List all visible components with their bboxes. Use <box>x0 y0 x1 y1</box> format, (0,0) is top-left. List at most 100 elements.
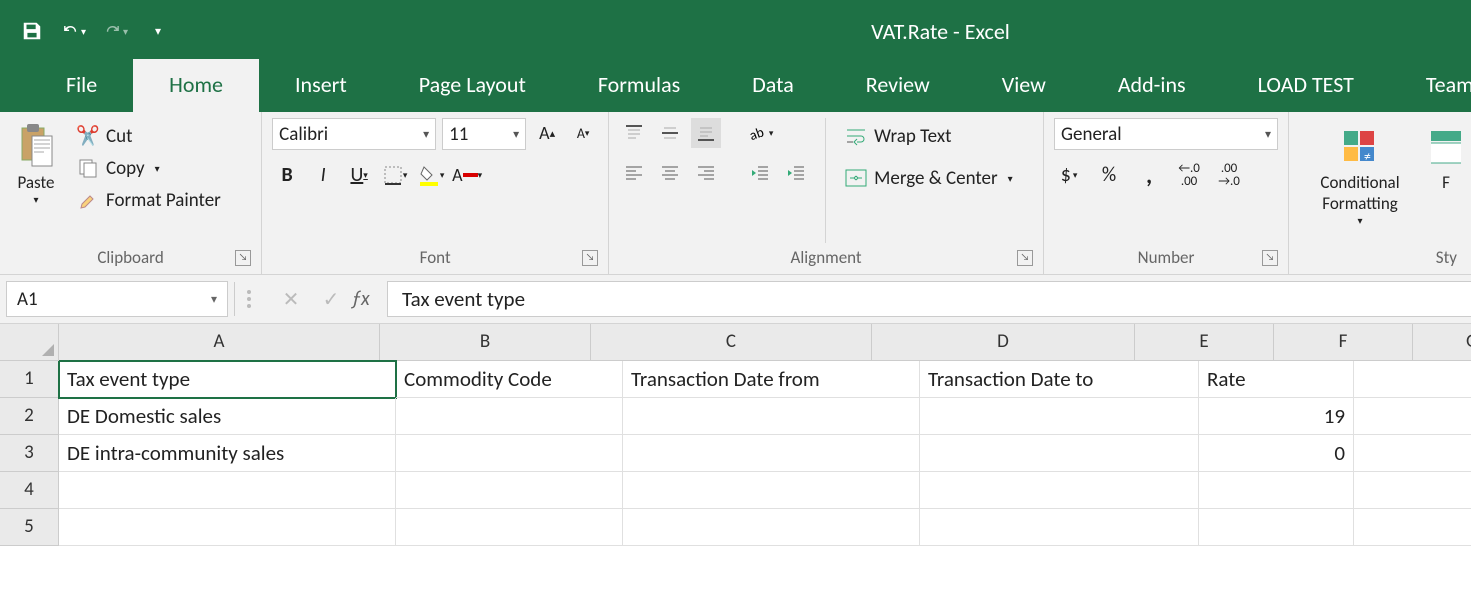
align-bottom-icon[interactable] <box>691 118 721 148</box>
font-size-select[interactable]: 11▾ <box>442 118 526 150</box>
cell[interactable]: Transaction Date to <box>920 361 1199 398</box>
fx-icon[interactable]: ƒx <box>351 287 387 311</box>
cell[interactable]: 19 <box>1199 398 1354 435</box>
font-color-button[interactable]: A▾ <box>452 160 482 190</box>
comma-button[interactable]: , <box>1134 160 1164 190</box>
orientation-icon[interactable]: ab▾ <box>745 118 775 148</box>
row-header[interactable]: 2 <box>0 398 59 435</box>
decrease-indent-icon[interactable] <box>745 158 775 188</box>
italic-button[interactable]: I <box>308 160 338 190</box>
cell[interactable] <box>1354 509 1471 546</box>
tab-insert[interactable]: Insert <box>259 59 383 112</box>
decrease-decimal-icon[interactable]: .00→.0 <box>1214 160 1244 190</box>
cell[interactable] <box>1354 361 1471 398</box>
tab-addins[interactable]: Add-ins <box>1082 59 1222 112</box>
cell[interactable]: Commodity Code <box>396 361 623 398</box>
underline-button[interactable]: U▾ <box>344 160 374 190</box>
tab-loadtest[interactable]: LOAD TEST <box>1222 59 1390 112</box>
tab-home[interactable]: Home <box>133 59 259 112</box>
cell[interactable] <box>396 398 623 435</box>
col-header[interactable]: A <box>59 324 380 361</box>
wrap-text-button[interactable]: Wrap Text <box>840 122 1017 150</box>
copy-button[interactable]: Copy▾ <box>72 154 225 182</box>
cell[interactable] <box>396 472 623 509</box>
cell[interactable]: 0 <box>1199 435 1354 472</box>
tab-team[interactable]: Team <box>1390 59 1471 112</box>
save-icon[interactable] <box>20 19 44 43</box>
group-styles: ≠ Conditional Formatting ▾ F Sty <box>1289 112 1471 274</box>
row-header[interactable]: 1 <box>0 361 59 398</box>
col-header[interactable]: C <box>591 324 872 361</box>
cell[interactable] <box>623 398 920 435</box>
cell[interactable] <box>1354 398 1471 435</box>
cell[interactable] <box>1354 472 1471 509</box>
font-name-select[interactable]: Calibri▾ <box>272 118 436 150</box>
window-title: VAT.Rate - Excel <box>430 18 1451 45</box>
paste-button[interactable]: Paste ▾ <box>10 118 62 210</box>
col-header[interactable]: D <box>872 324 1135 361</box>
select-all-corner[interactable] <box>0 324 59 361</box>
tab-data[interactable]: Data <box>716 59 830 112</box>
increase-decimal-icon[interactable]: ←.0.00 <box>1174 160 1204 190</box>
cell[interactable] <box>920 398 1199 435</box>
row-header[interactable]: 5 <box>0 509 59 546</box>
cell[interactable] <box>396 435 623 472</box>
align-top-icon[interactable] <box>619 118 649 148</box>
number-dialog-launcher[interactable]: ↘ <box>1262 250 1278 266</box>
cell[interactable] <box>396 509 623 546</box>
cell[interactable] <box>1199 509 1354 546</box>
align-middle-icon[interactable] <box>655 118 685 148</box>
bold-button[interactable]: B <box>272 160 302 190</box>
cell[interactable] <box>59 472 396 509</box>
conditional-formatting-button[interactable]: ≠ Conditional Formatting ▾ <box>1299 118 1421 231</box>
name-box[interactable]: A1▾ <box>6 281 228 317</box>
cell[interactable]: Rate <box>1199 361 1354 398</box>
brush-icon <box>76 188 100 212</box>
cell[interactable]: Transaction Date from <box>623 361 920 398</box>
customize-qat-icon[interactable]: ▾ <box>146 19 170 43</box>
percent-button[interactable]: % <box>1094 160 1124 190</box>
tab-page-layout[interactable]: Page Layout <box>383 59 562 112</box>
tab-formulas[interactable]: Formulas <box>562 59 716 112</box>
cell[interactable]: DE intra-community sales <box>59 435 396 472</box>
number-format-select[interactable]: General▾ <box>1054 118 1278 150</box>
tab-file[interactable]: File <box>30 59 133 112</box>
alignment-dialog-launcher[interactable]: ↘ <box>1017 250 1033 266</box>
row-header[interactable]: 3 <box>0 435 59 472</box>
tab-view[interactable]: View <box>966 59 1082 112</box>
align-center-icon[interactable] <box>655 158 685 188</box>
tab-review[interactable]: Review <box>830 59 966 112</box>
col-header[interactable]: F <box>1274 324 1413 361</box>
cell[interactable] <box>59 509 396 546</box>
col-header[interactable]: B <box>380 324 591 361</box>
cell[interactable] <box>623 435 920 472</box>
font-dialog-launcher[interactable]: ↘ <box>582 250 598 266</box>
format-table-button[interactable]: F <box>1431 118 1461 197</box>
decrease-font-icon[interactable]: A▾ <box>568 118 598 148</box>
increase-indent-icon[interactable] <box>781 158 811 188</box>
align-right-icon[interactable] <box>691 158 721 188</box>
increase-font-icon[interactable]: A▴ <box>532 118 562 148</box>
align-left-icon[interactable] <box>619 158 649 188</box>
accounting-format-button[interactable]: $▾ <box>1054 160 1084 190</box>
cell[interactable] <box>920 435 1199 472</box>
col-header[interactable]: E <box>1135 324 1274 361</box>
cell[interactable] <box>623 472 920 509</box>
cell[interactable] <box>920 509 1199 546</box>
cell[interactable] <box>1199 472 1354 509</box>
row-header[interactable]: 4 <box>0 472 59 509</box>
format-painter-button[interactable]: Format Painter <box>72 186 225 214</box>
clipboard-dialog-launcher[interactable]: ↘ <box>235 250 251 266</box>
cell[interactable] <box>1354 435 1471 472</box>
formula-input[interactable]: Tax event type <box>387 281 1471 317</box>
border-button[interactable]: ▾ <box>380 160 410 190</box>
merge-center-button[interactable]: Merge & Center▾ <box>840 164 1017 192</box>
fill-color-button[interactable]: ▾ <box>416 160 446 190</box>
cell[interactable] <box>920 472 1199 509</box>
cut-button[interactable]: ✂️Cut <box>72 122 225 150</box>
cell[interactable]: DE Domestic sales <box>59 398 396 435</box>
cell-a1[interactable]: Tax event type <box>59 361 396 398</box>
col-header[interactable]: G <box>1413 324 1471 361</box>
undo-icon[interactable]: ▾ <box>62 19 86 43</box>
cell[interactable] <box>623 509 920 546</box>
